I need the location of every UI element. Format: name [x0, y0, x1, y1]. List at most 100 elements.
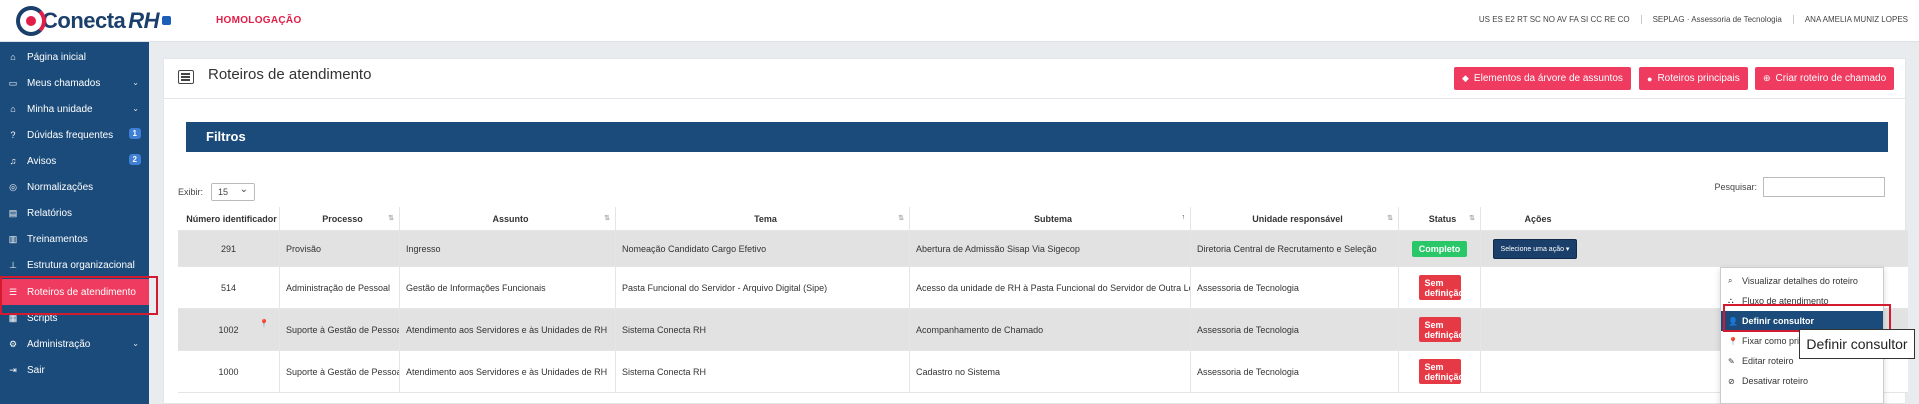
menu-item-desativar-roteiro[interactable]: ⊘ Desativar roteiro: [1721, 371, 1883, 391]
sort-icon: ⇅: [388, 215, 394, 222]
bell-icon: ♫: [9, 156, 17, 166]
cell-id: 291: [178, 231, 280, 266]
main-scripts-button[interactable]: ● Roteiros principais: [1639, 67, 1748, 90]
sort-icon: ⇅: [898, 215, 904, 222]
cell-assunto: Atendimento aos Servidores e às Unidades…: [400, 351, 616, 392]
cell-id: 514: [178, 267, 280, 308]
column-header-status[interactable]: Status ⇅: [1399, 207, 1481, 230]
sort-icon: ⇅: [1469, 215, 1475, 222]
unit-link[interactable]: SEPLAG · Assessoria de Tecnologia: [1640, 15, 1793, 24]
elements-tree-button[interactable]: ◆ Elementos da árvore de assuntos: [1454, 67, 1631, 90]
cell-status: Sem definição: [1399, 309, 1481, 350]
column-header-unidade[interactable]: Unidade responsável ⇅: [1191, 207, 1399, 230]
cell-unidade: Assessoria de Tecnologia: [1191, 351, 1399, 392]
cell-tema: Pasta Funcional do Servidor - Arquivo Di…: [616, 267, 910, 308]
sidebar-item-duvidas-frequentes[interactable]: ? Dúvidas frequentes 1: [0, 122, 149, 148]
table-row[interactable]: 1000 Suporte à Gestão de Pessoas Atendim…: [178, 351, 1908, 393]
column-header-processo[interactable]: Processo ⇅: [280, 207, 400, 230]
column-header-id[interactable]: Número identificador: [178, 207, 280, 230]
logo-text: Conecta: [42, 8, 126, 33]
cell-processo: Suporte à Gestão de Pessoas: [280, 351, 400, 392]
page-title: Roteiros de atendimento: [208, 66, 372, 83]
cell-subtema: Acesso da unidade de RH à Pasta Funciona…: [910, 267, 1191, 308]
page-size-select[interactable]: 15: [211, 183, 256, 201]
tooltip: Definir consultor: [1799, 329, 1915, 359]
pencil-icon: ✎: [1728, 356, 1735, 366]
logo-rh: RH: [128, 8, 160, 33]
sidebar-item-meus-chamados[interactable]: ▭ Meus chamados ⌄: [0, 70, 149, 96]
sidebar-item-label: Treinamentos: [27, 233, 88, 245]
status-badge: Sem definição: [1418, 359, 1461, 384]
ban-icon: ⊘: [1728, 376, 1735, 386]
compass-icon: ◎: [9, 181, 17, 192]
search-control: Pesquisar:: [1714, 177, 1885, 197]
sidebar-item-label: Normalizações: [27, 181, 94, 193]
user-info: US ES E2 RT SC NO AV FA SI CC RE CO SEPL…: [1468, 15, 1919, 24]
sidebar-item-sair[interactable]: ⇥ Sair: [0, 357, 149, 383]
content-card: Roteiros de atendimento ◆ Elementos da ár…: [163, 58, 1908, 404]
highlight-outline: [1723, 304, 1891, 332]
file-icon: ▤: [8, 207, 18, 218]
cell-status: Sem definição: [1399, 351, 1481, 392]
table-row[interactable]: 291 Provisão Ingresso Nomeação Candidato…: [178, 231, 1908, 267]
sidebar-item-normalizacoes[interactable]: ◎ Normalizações: [0, 174, 149, 200]
search-input[interactable]: [1763, 177, 1885, 197]
environment-label: HOMOLOGAÇÃO: [216, 15, 302, 26]
cell-actions: [1481, 351, 1589, 392]
sidebar-item-pagina-inicial[interactable]: ⌂ Página inicial: [0, 44, 149, 70]
sort-icon: ⇅: [1387, 215, 1393, 222]
sidebar-item-relatorios[interactable]: ▤ Relatórios: [0, 200, 149, 226]
cell-processo: Administração de Pessoal: [280, 267, 400, 308]
cell-tema: Nomeação Candidato Cargo Efetivo: [616, 231, 910, 266]
sidebar-item-label: Relatórios: [27, 207, 73, 219]
action-select-button[interactable]: Selecione uma ação ▾: [1492, 238, 1578, 259]
top-header: Conecta RH HOMOLOGAÇÃO US ES E2 RT SC NO …: [0, 0, 1919, 42]
highlight-outline: [0, 276, 158, 315]
table-header-row: Número identificador Processo ⇅ Assunto ⇅ …: [178, 207, 1908, 231]
filters-header[interactable]: Filtros: [186, 122, 1888, 152]
pin-icon: 📍: [1728, 336, 1738, 346]
create-script-button[interactable]: ⊕ Criar roteiro de chamado: [1755, 67, 1895, 90]
sidebar-item-treinamentos[interactable]: ▥ Treinamentos: [0, 226, 149, 252]
sidebar-item-label: Administração: [27, 338, 91, 350]
sitemap-icon: ⊥: [9, 259, 17, 270]
sidebar-item-label: Meus chamados: [27, 77, 101, 89]
plus-circle-icon: ⊕: [1763, 73, 1771, 83]
cell-unidade: Assessoria de Tecnologia: [1191, 267, 1399, 308]
search-icon: ⌕: [1728, 276, 1733, 285]
sidebar-item-administracao[interactable]: ⚙ Administração ⌄: [0, 331, 149, 357]
chevron-down-icon: ⌄: [132, 78, 139, 87]
count-badge: 2: [128, 154, 141, 165]
profiles-link[interactable]: US ES E2 RT SC NO AV FA SI CC RE CO: [1468, 15, 1641, 24]
cell-subtema: Abertura de Admissão Sisap Via Sigecop: [910, 231, 1191, 266]
cell-assunto: Atendimento aos Servidores e às Unidades…: [400, 309, 616, 350]
sidebar-item-label: Dúvidas frequentes: [27, 129, 114, 141]
sidebar-item-label: Sair: [27, 364, 45, 376]
sidebar-item-minha-unidade[interactable]: ⌂ Minha unidade ⌄: [0, 96, 149, 122]
cell-actions: [1481, 267, 1589, 308]
chevron-down-icon: ⌄: [132, 104, 139, 113]
conecta-rh-logo[interactable]: Conecta RH: [16, 4, 160, 38]
table-row[interactable]: 1002 📍 Suporte à Gestão de Pessoas Atendi…: [178, 309, 1908, 351]
menu-item-visualizar-detalhes[interactable]: ⌕ Visualizar detalhes do roteiro: [1721, 271, 1883, 291]
sidebar-item-estrutura-organizacional[interactable]: ⊥ Estrutura organizacional: [0, 252, 149, 278]
column-header-assunto[interactable]: Assunto ⇅: [400, 207, 616, 230]
cell-actions: [1481, 309, 1589, 350]
cell-unidade: Assessoria de Tecnologia: [1191, 309, 1399, 350]
sidebar-item-avisos[interactable]: ♫ Avisos 2: [0, 148, 149, 174]
book-icon: ▥: [8, 233, 18, 244]
tag-icon: ◆: [1462, 73, 1469, 83]
user-name[interactable]: ANA AMELIA MUNIZ LOPES: [1792, 15, 1919, 24]
column-header-acoes: Ações: [1524, 213, 1552, 224]
inbox-icon: ▭: [8, 77, 18, 88]
menu-toggle-icon[interactable]: [162, 16, 171, 25]
cell-id: 1000: [178, 351, 280, 392]
table-row[interactable]: 514 Administração de Pessoal Gestão de I…: [178, 267, 1908, 309]
cell-status: Sem definição: [1399, 267, 1481, 308]
column-header-subtema[interactable]: Subtema ↑: [910, 207, 1191, 230]
cell-tema: Sistema Conecta RH: [616, 351, 910, 392]
pin-icon: 📍: [259, 319, 269, 328]
pin-icon: ●: [1647, 73, 1653, 84]
page-size-label: Exibir:: [178, 187, 204, 197]
column-header-tema[interactable]: Tema ⇅: [616, 207, 910, 230]
